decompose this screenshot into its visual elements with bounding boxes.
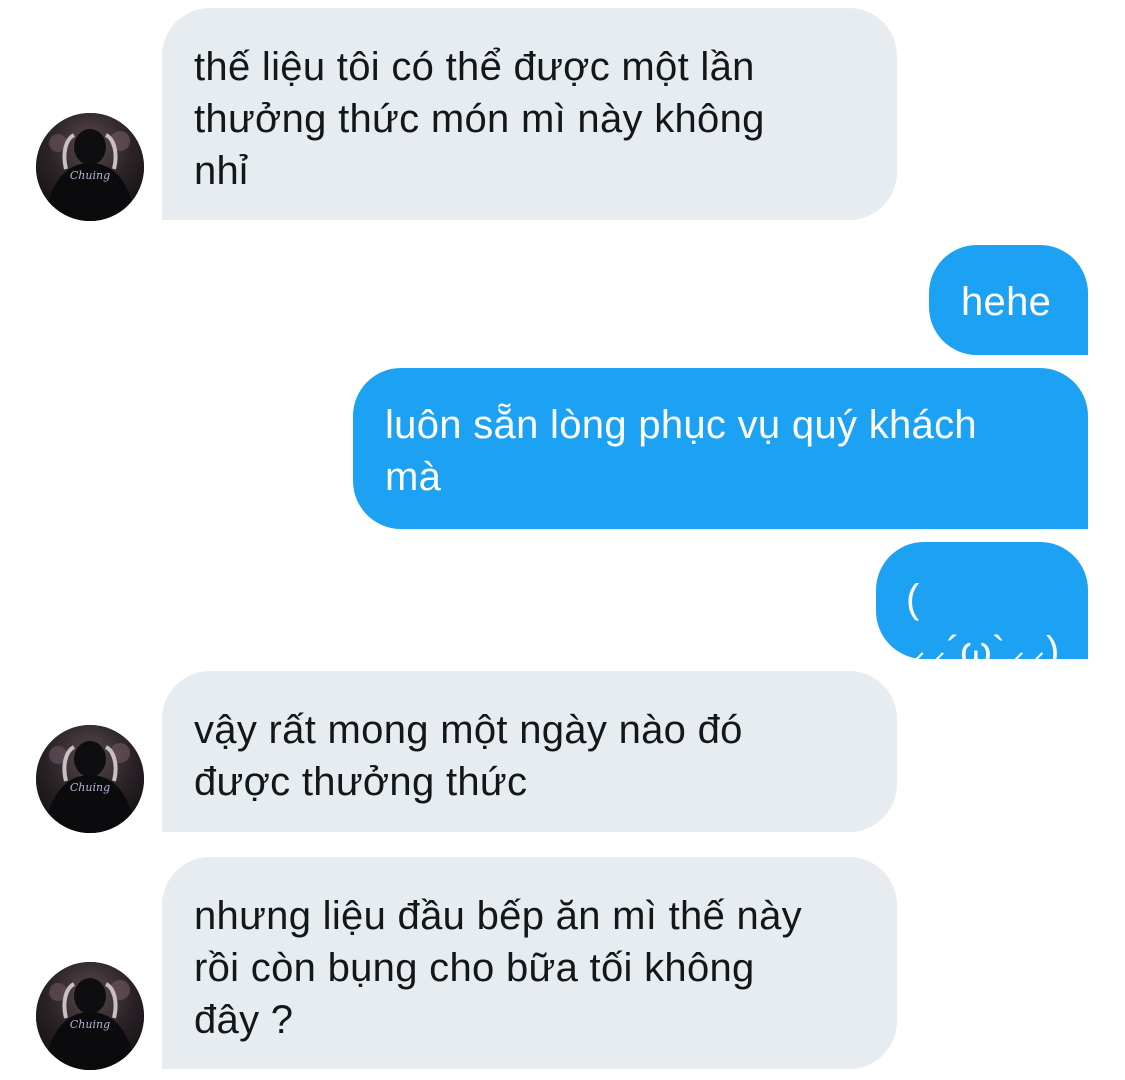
message-bubble-outgoing[interactable]: ( ⸝⸝´ω`⸝⸝) (876, 542, 1088, 673)
person-back-photo-icon: Chuing (36, 962, 144, 1070)
avatar[interactable]: Chuing (36, 113, 144, 221)
message-bubble-outgoing[interactable]: hehe (929, 245, 1088, 355)
message-bubble-outgoing[interactable]: luôn sẵn lòng phục vụ quý khách mà (353, 368, 1088, 529)
avatar-label: Chuing (70, 781, 110, 794)
avatar-label: Chuing (70, 1018, 110, 1031)
message-bubble-incoming[interactable]: thế liệu tôi có thể được một lần thưởng … (162, 8, 897, 220)
message-bubble-incoming[interactable]: nhưng liệu đầu bếp ăn mì thế này rồi còn… (162, 857, 897, 1069)
message-bubble-incoming[interactable]: vậy rất mong một ngày nào đó được thưởng… (162, 671, 897, 832)
person-back-photo-icon: Chuing (36, 113, 144, 221)
avatar-label: Chuing (70, 169, 110, 182)
person-back-photo-icon: Chuing (36, 725, 144, 833)
avatar[interactable]: Chuing (36, 725, 144, 833)
avatar[interactable]: Chuing (36, 962, 144, 1070)
